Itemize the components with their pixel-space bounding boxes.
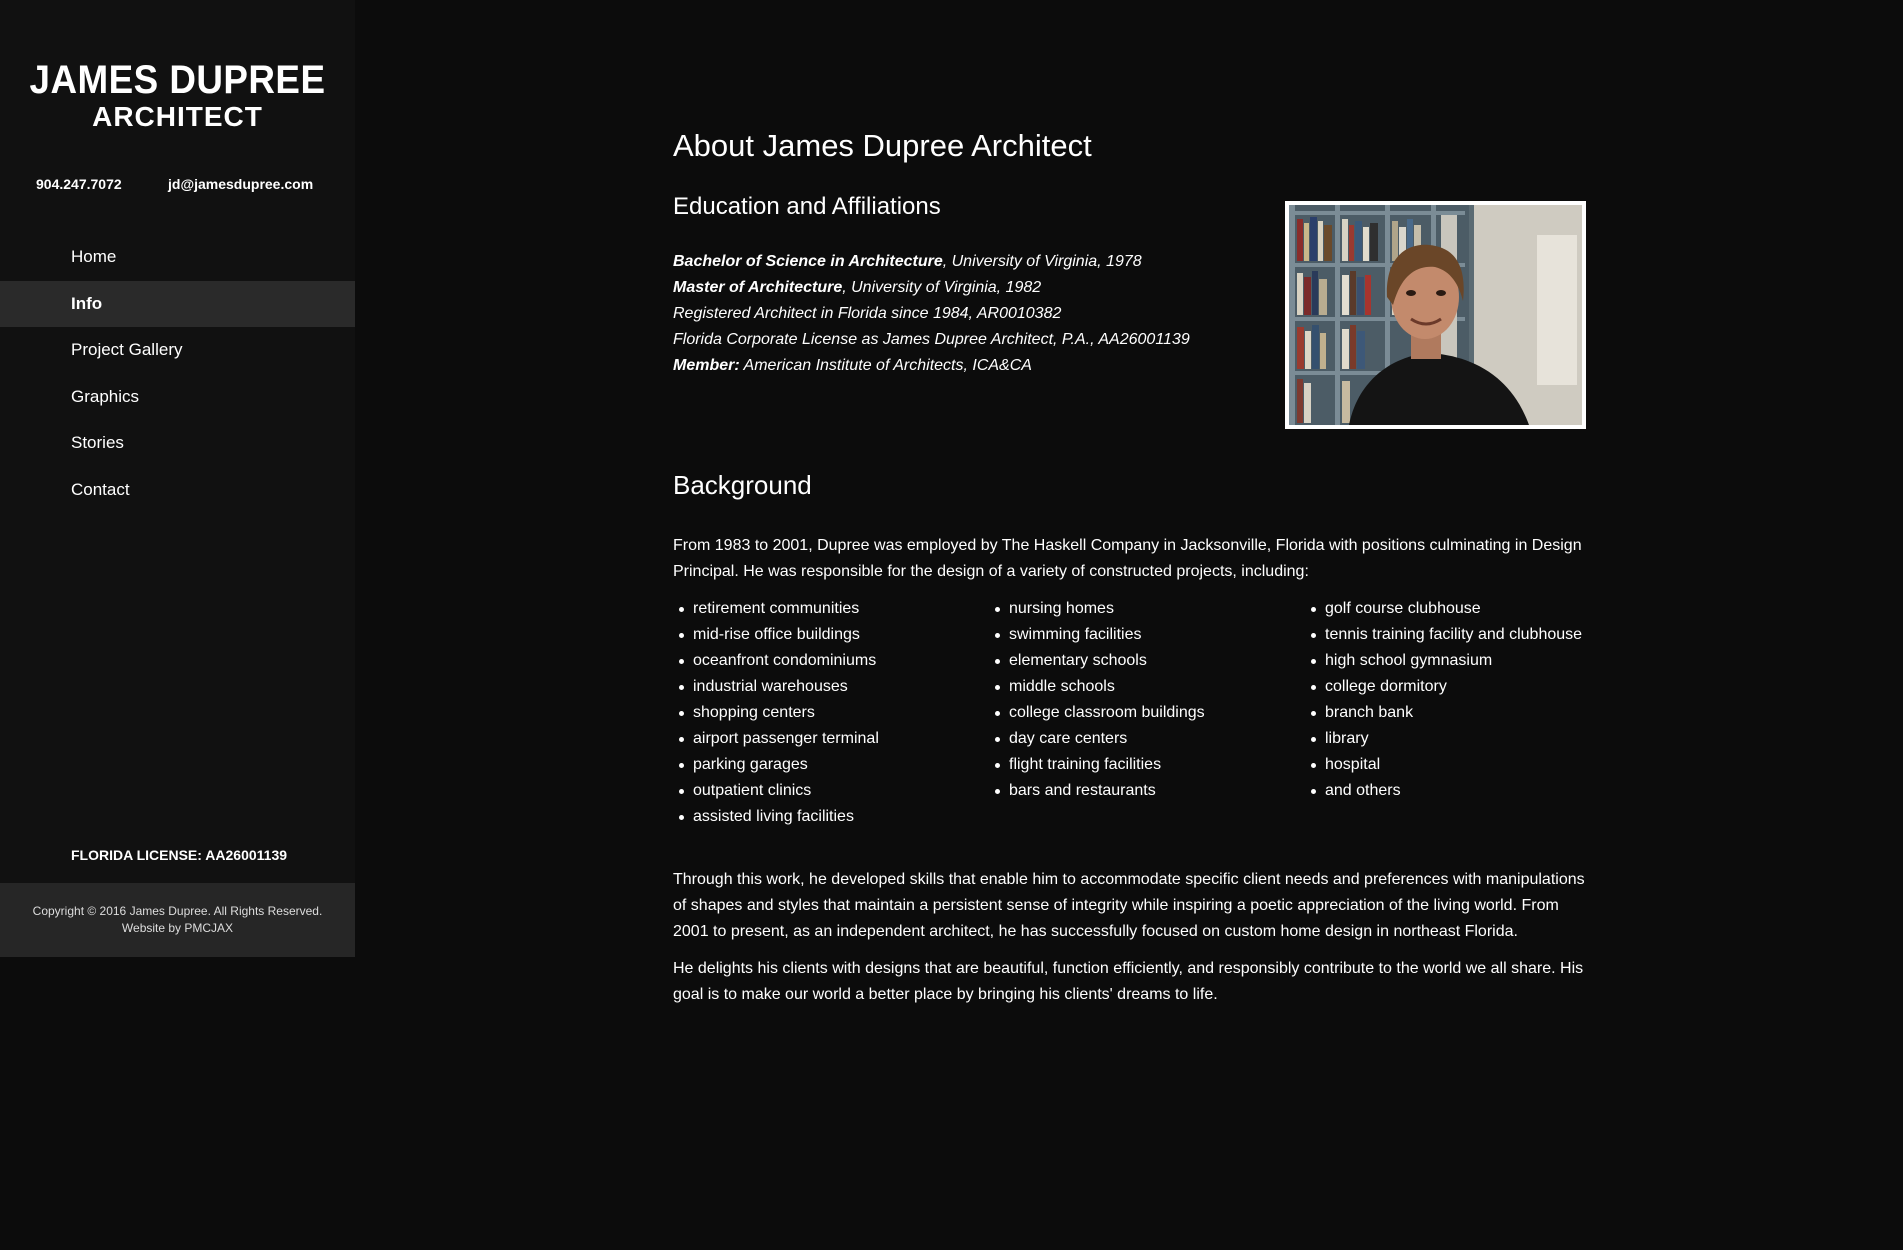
nav-item-project-gallery[interactable]: Project Gallery: [0, 327, 355, 374]
background-heading: Background: [673, 470, 812, 500]
list-item: golf course clubhouse: [1305, 596, 1582, 622]
list-item: retirement communities: [673, 596, 879, 622]
list-item: branch bank: [1305, 700, 1582, 726]
website-credit-prefix: Website by: [121, 921, 185, 935]
background-paragraph-3: He delights his clients with designs tha…: [673, 960, 1584, 1003]
list-item: high school gymnasium: [1305, 648, 1582, 674]
education-item: Registered Architect in Florida since 19…: [673, 305, 1062, 322]
nav-item-graphics[interactable]: Graphics: [0, 374, 355, 421]
list-item: and others: [1305, 778, 1582, 804]
nav-item-stories[interactable]: Stories: [0, 420, 355, 467]
website-credit: Website by PMCJAX: [0, 920, 355, 937]
list-item: outpatient clinics: [673, 778, 879, 804]
education-item: Member: American Institute of Architects…: [673, 357, 1032, 374]
main-nav: Home Info Project Gallery Graphics Stori…: [0, 234, 355, 513]
background-paragraph-2: Through this work, he developed skills t…: [673, 871, 1585, 940]
background-paragraph-1: From 1983 to 2001, Dupree was employed b…: [673, 537, 1582, 580]
list-item: hospital: [1305, 752, 1582, 778]
list-item: library: [1305, 726, 1582, 752]
projects-column-3: golf course clubhouse tennis training fa…: [1305, 596, 1582, 804]
list-item: college dormitory: [1305, 674, 1582, 700]
site-logo[interactable]: JAMES DUPREE ARCHITECT: [0, 0, 355, 132]
logo-name: JAMES DUPREE: [29, 58, 326, 102]
list-item: airport passenger terminal: [673, 726, 879, 752]
list-item: swimming facilities: [989, 622, 1205, 648]
education-item: Florida Corporate License as James Dupre…: [673, 331, 1190, 348]
list-item: middle schools: [989, 674, 1205, 700]
projects-column-2: nursing homes swimming facilities elemen…: [989, 596, 1205, 804]
projects-column-1: retirement communities mid-rise office b…: [673, 596, 879, 830]
florida-license: FLORIDA LICENSE: AA26001139: [71, 847, 288, 863]
education-item: Master of Architecture, University of Vi…: [673, 279, 1042, 296]
nav-item-home[interactable]: Home: [0, 234, 355, 281]
list-item: flight training facilities: [989, 752, 1205, 778]
education-item: Bachelor of Science in Architecture, Uni…: [673, 253, 1142, 270]
list-item: assisted living facilities: [673, 804, 879, 830]
portrait-image: [1289, 205, 1582, 425]
list-item: day care centers: [989, 726, 1205, 752]
contact-row: 904.247.7072 jd@jamesdupree.com: [0, 176, 355, 196]
copyright-text: Copyright © 2016 James Dupree. All Right…: [32, 904, 323, 918]
pmcjax-link[interactable]: PMCJAX: [184, 921, 233, 935]
list-item: parking garages: [673, 752, 879, 778]
logo-subtitle: ARCHITECT: [92, 101, 263, 132]
list-item: college classroom buildings: [989, 700, 1205, 726]
list-item: tennis training facility and clubhouse: [1305, 622, 1582, 648]
footer: Copyright © 2016 James Dupree. All Right…: [0, 883, 355, 957]
nav-item-contact[interactable]: Contact: [0, 467, 355, 514]
list-item: industrial warehouses: [673, 674, 879, 700]
sidebar: JAMES DUPREE ARCHITECT 904.247.7072 jd@j…: [0, 0, 355, 957]
list-item: mid-rise office buildings: [673, 622, 879, 648]
list-item: oceanfront condominiums: [673, 648, 879, 674]
phone-number[interactable]: 904.247.7072: [36, 176, 122, 192]
education-heading: Education and Affiliations: [673, 193, 941, 220]
email-link[interactable]: jd@jamesdupree.com: [168, 176, 313, 192]
page-title: About James Dupree Architect: [673, 128, 1092, 163]
list-item: nursing homes: [989, 596, 1205, 622]
list-item: elementary schools: [989, 648, 1205, 674]
list-item: shopping centers: [673, 700, 879, 726]
nav-item-info[interactable]: Info: [0, 280, 355, 327]
education-list: Bachelor of Science in Architecture, Uni…: [673, 249, 1190, 379]
list-item: bars and restaurants: [989, 778, 1205, 804]
architect-portrait-photo: [1285, 201, 1586, 429]
